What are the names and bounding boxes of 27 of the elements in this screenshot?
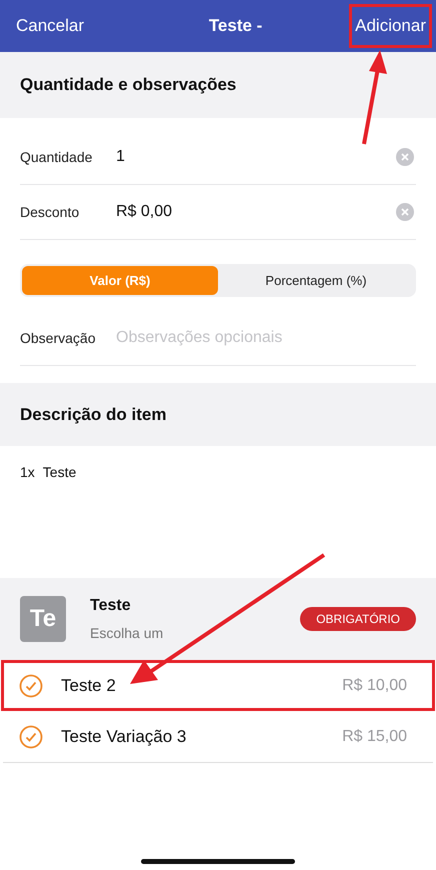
segment-tab[interactable]: Porcentagem (%)	[218, 266, 414, 295]
section-title: Descrição do item	[20, 404, 166, 424]
input-field[interactable]: 1	[116, 148, 396, 166]
field-label: Observação	[20, 330, 96, 346]
clear-icon[interactable]	[396, 148, 414, 166]
section-title: Quantidade e observações	[20, 75, 236, 95]
option-row[interactable]: Teste 2 R$ 10,00	[1, 660, 435, 711]
item-quantity: 1x	[20, 464, 35, 480]
field-label: Desconto	[20, 204, 80, 220]
check-circle-icon	[19, 674, 43, 698]
check-circle-icon	[19, 724, 43, 748]
group-hint: Escolha um	[90, 625, 164, 641]
item-thumbnail: Te	[20, 596, 66, 642]
option-name: Teste 2	[61, 676, 117, 696]
option-price: R$ 10,00	[342, 676, 407, 694]
option-name: Teste Variação 3	[61, 726, 188, 746]
add-button[interactable]: Adicionar	[349, 4, 432, 48]
required-badge: OBRIGATÓRIO	[300, 607, 416, 631]
clear-icon[interactable]	[396, 203, 414, 221]
item-name: Teste	[42, 464, 76, 480]
group-name: Teste	[90, 597, 132, 615]
field-label: Quantidade	[20, 149, 94, 165]
cancel-button[interactable]: Cancelar	[8, 10, 92, 42]
option-row[interactable]: Teste Variação 3 R$ 15,00	[3, 711, 433, 762]
input-field[interactable]: R$ 0,00	[116, 203, 396, 221]
screen-title: Teste -	[208, 16, 262, 36]
option-price: R$ 15,00	[342, 728, 407, 746]
